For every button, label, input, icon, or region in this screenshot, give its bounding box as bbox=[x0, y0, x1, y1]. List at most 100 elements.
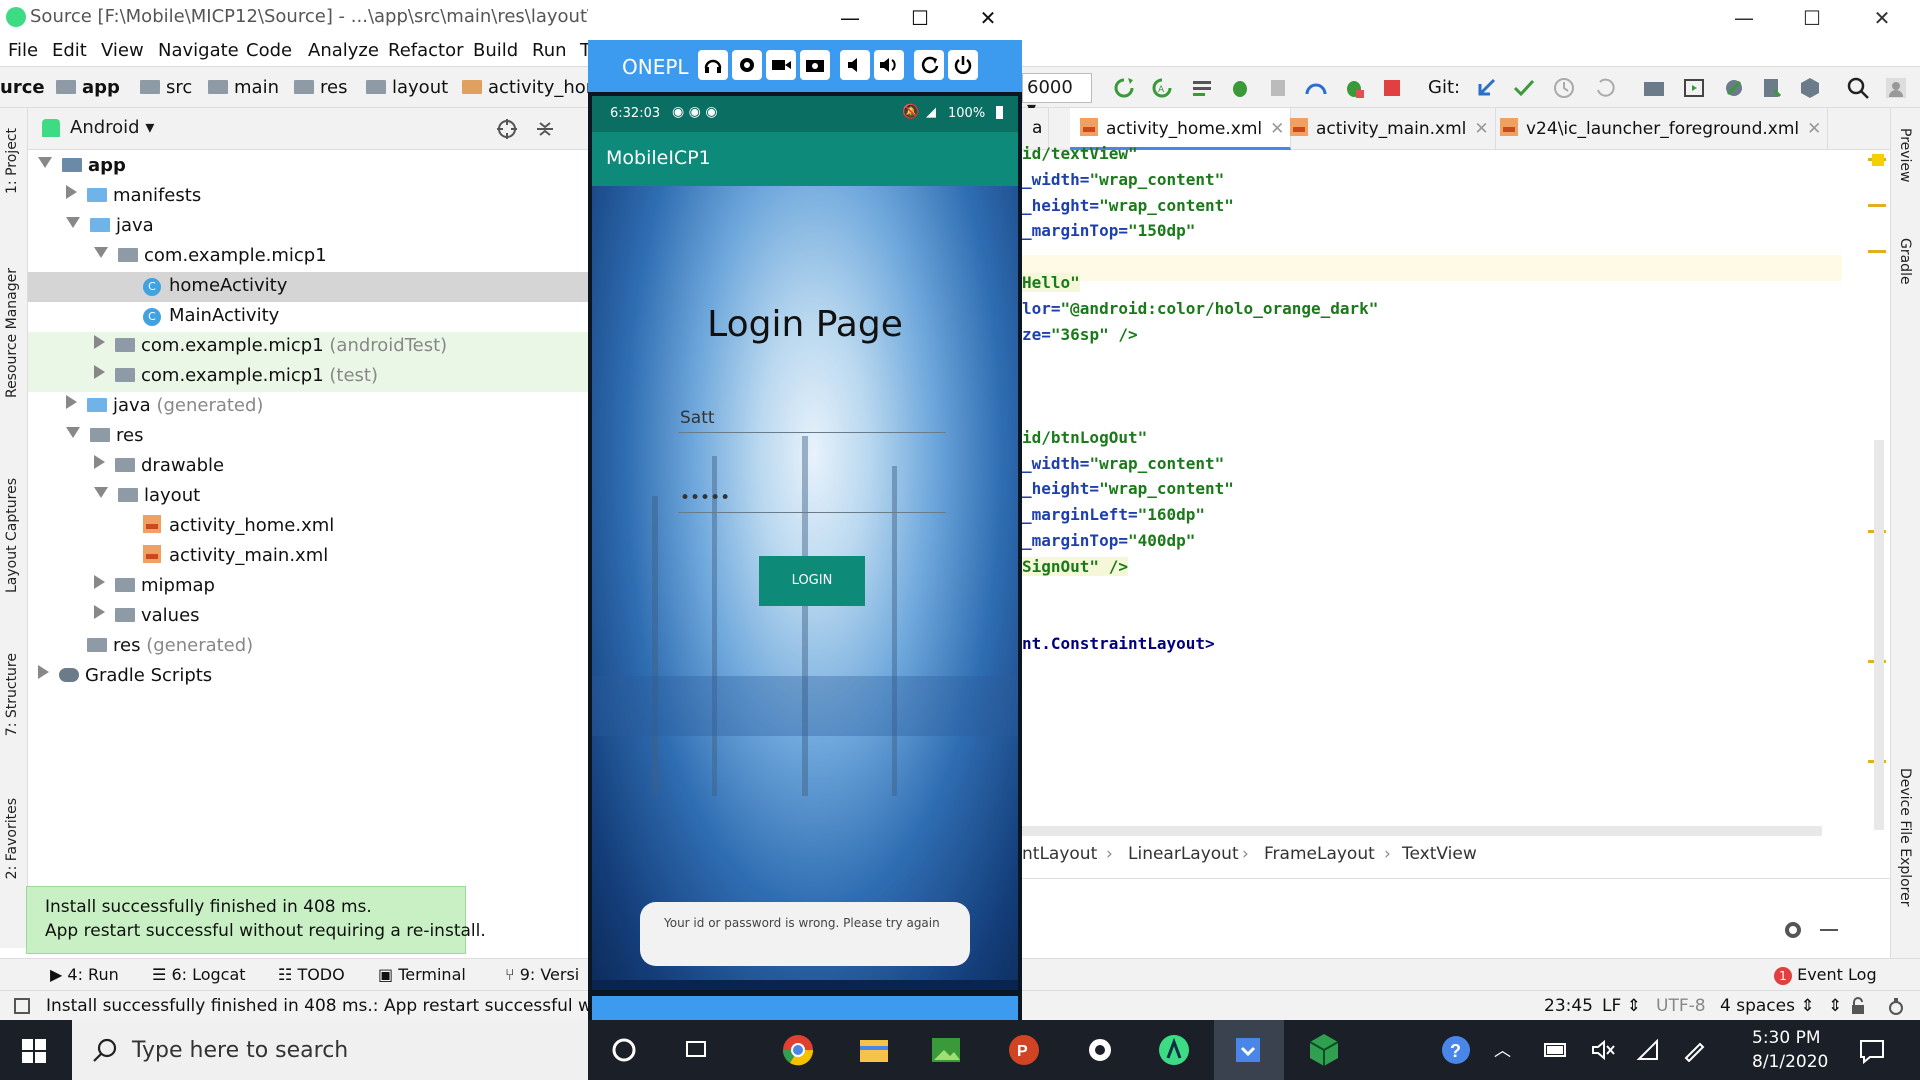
collapsed-arrow-icon[interactable] bbox=[94, 365, 105, 379]
breadcrumb-activity-home[interactable]: activity_hom bbox=[462, 77, 603, 98]
help-icon[interactable]: ? bbox=[1440, 1034, 1472, 1066]
collapsed-arrow-icon[interactable] bbox=[66, 185, 77, 199]
terminal-tab[interactable]: ▣ Terminal bbox=[378, 965, 466, 984]
settings-gear-icon[interactable] bbox=[1082, 1032, 1118, 1068]
collapsed-arrow-icon[interactable] bbox=[66, 395, 77, 409]
phone-navigation-bar[interactable] bbox=[592, 996, 1018, 1020]
menu-run[interactable]: Run bbox=[532, 40, 567, 61]
menu-edit[interactable]: Edit bbox=[52, 40, 87, 61]
settings-gear-icon[interactable] bbox=[1782, 919, 1804, 941]
tree-item-homeactivity[interactable]: ChomeActivity bbox=[28, 272, 588, 302]
user-avatar-icon[interactable] bbox=[1884, 76, 1908, 100]
device-file-explorer-tool-tab[interactable]: Device File Explorer bbox=[1897, 768, 1913, 907]
collapsed-arrow-icon[interactable] bbox=[94, 605, 105, 619]
expanded-arrow-icon[interactable] bbox=[66, 427, 80, 438]
password-field[interactable]: ••••• bbox=[678, 486, 946, 513]
chrome-icon[interactable] bbox=[780, 1032, 816, 1068]
tree-item-java[interactable]: java (generated) bbox=[28, 392, 588, 422]
collapsed-arrow-icon[interactable] bbox=[94, 455, 105, 469]
record-video-button[interactable] bbox=[766, 50, 796, 80]
close-button[interactable]: ✕ bbox=[1852, 2, 1912, 34]
tree-item-values[interactable]: values bbox=[28, 602, 588, 632]
taskbar-date[interactable]: 8/1/2020 bbox=[1752, 1052, 1828, 1072]
hide-panel-icon[interactable] bbox=[1820, 929, 1838, 931]
favorites-tool-tab[interactable]: 2: Favorites bbox=[4, 798, 20, 879]
menu-code[interactable]: Code bbox=[246, 40, 292, 61]
warning-marker[interactable] bbox=[1868, 250, 1886, 253]
project-tool-tab[interactable]: 1: Project bbox=[4, 128, 20, 194]
tree-item-mipmap[interactable]: mipmap bbox=[28, 572, 588, 602]
emulator-taskbar-icon[interactable] bbox=[1230, 1032, 1266, 1068]
history-icon[interactable] bbox=[1552, 76, 1576, 100]
file-explorer-icon[interactable] bbox=[856, 1032, 892, 1068]
logcat-tab[interactable]: ☰ 6: Logcat bbox=[152, 965, 246, 984]
gradle-tool-tab[interactable]: Gradle bbox=[1897, 238, 1913, 285]
todo-tab[interactable]: ☷ TODO bbox=[278, 965, 345, 984]
resource-manager-tool-tab[interactable]: Resource Manager bbox=[4, 268, 20, 398]
rollback-icon[interactable] bbox=[1592, 76, 1616, 100]
menu-refactor[interactable]: Refactor bbox=[388, 40, 464, 61]
warning-marker[interactable] bbox=[1868, 204, 1886, 207]
menu-file[interactable]: File bbox=[8, 40, 38, 61]
maximize-button[interactable]: ☐ bbox=[1782, 2, 1842, 34]
tree-item-mainactivity[interactable]: C MainActivity bbox=[28, 302, 588, 332]
xml-crumb-framelayout[interactable]: FrameLayout bbox=[1264, 844, 1375, 864]
xml-crumb-linearlayout[interactable]: LinearLayout bbox=[1128, 844, 1239, 864]
editor-scrollbar[interactable] bbox=[1874, 440, 1884, 830]
run-list-icon[interactable] bbox=[1190, 76, 1214, 100]
login-button[interactable]: LOGIN bbox=[759, 556, 865, 606]
notifications-icon[interactable] bbox=[1858, 1038, 1886, 1064]
breadcrumb-main[interactable]: main bbox=[208, 77, 279, 98]
expanded-arrow-icon[interactable] bbox=[38, 157, 52, 168]
breadcrumb-app[interactable]: app bbox=[56, 77, 120, 98]
tree-item-gradle-scripts[interactable]: Gradle Scripts bbox=[28, 662, 588, 692]
network-icon[interactable] bbox=[1636, 1038, 1662, 1062]
menu-navigate[interactable]: Navigate bbox=[158, 40, 239, 61]
expanded-arrow-icon[interactable] bbox=[66, 217, 80, 228]
profile-icon[interactable] bbox=[1304, 76, 1328, 100]
avd-manager-icon[interactable] bbox=[1682, 76, 1706, 100]
editor-tab[interactable]: activity_main.xml ✕ bbox=[1280, 108, 1496, 150]
project-view-select[interactable]: Android ▾ bbox=[70, 117, 154, 138]
tree-item-layout[interactable]: layout bbox=[28, 482, 588, 512]
inspection-icon[interactable] bbox=[1886, 996, 1906, 1016]
expanded-arrow-icon[interactable] bbox=[94, 247, 108, 258]
debug-icon[interactable] bbox=[1228, 76, 1252, 100]
volume-up-button[interactable] bbox=[874, 50, 904, 80]
version-control-tab[interactable]: ⑂ 9: Versi bbox=[505, 965, 579, 984]
apply-changes-icon[interactable] bbox=[1112, 76, 1136, 100]
editor-tab[interactable]: v24\ic_launcher_foreground.xml ✕ bbox=[1490, 108, 1829, 150]
tree-item-drawable[interactable]: drawable bbox=[28, 452, 588, 482]
code-editor[interactable]: id/textView" _width="wrap_content" _height… bbox=[1022, 144, 1842, 830]
settings-button[interactable] bbox=[732, 50, 762, 80]
breadcrumb-src[interactable]: src bbox=[140, 77, 192, 98]
username-field[interactable]: Satt bbox=[678, 406, 946, 433]
layout-captures-tool-tab[interactable]: Layout Captures bbox=[4, 478, 20, 593]
power-button[interactable] bbox=[948, 50, 978, 80]
attach-debugger-icon[interactable] bbox=[1342, 76, 1366, 100]
status-toggle-icon[interactable] bbox=[14, 998, 30, 1014]
sdk-manager-icon[interactable] bbox=[1760, 76, 1784, 100]
status-message[interactable]: Install successfully finished in 408 ms.… bbox=[46, 996, 635, 1016]
apply-code-changes-icon[interactable]: A bbox=[1150, 76, 1174, 100]
collapsed-arrow-icon[interactable] bbox=[38, 665, 49, 679]
headset-button[interactable] bbox=[698, 50, 728, 80]
caret-position[interactable]: 23:45 bbox=[1544, 996, 1593, 1016]
breadcrumb-res[interactable]: res bbox=[294, 77, 347, 98]
tree-item-com-example-micp1[interactable]: com.example.micp1 (androidTest) bbox=[28, 332, 588, 362]
collapsed-arrow-icon[interactable] bbox=[94, 575, 105, 589]
emulator-close-button[interactable]: ✕ bbox=[958, 2, 1018, 34]
xml-crumb-constraintlayout[interactable]: ntLayout bbox=[1022, 844, 1097, 864]
menu-build[interactable]: Build bbox=[473, 40, 518, 61]
search-icon[interactable] bbox=[1846, 76, 1870, 100]
git-commit-icon[interactable] bbox=[1512, 76, 1536, 100]
photo-app-icon[interactable] bbox=[928, 1032, 964, 1068]
lock-icon[interactable] bbox=[1850, 997, 1866, 1015]
powerpoint-icon[interactable]: P bbox=[1006, 1032, 1042, 1068]
cube-app-icon[interactable] bbox=[1306, 1032, 1342, 1068]
event-log-tab[interactable]: 1 Event Log bbox=[1774, 965, 1877, 985]
tree-item-activity-home-xml[interactable]: activity_home.xml bbox=[28, 512, 588, 542]
windows-start-icon[interactable] bbox=[22, 1039, 46, 1063]
android-studio-taskbar-icon[interactable] bbox=[1156, 1032, 1192, 1068]
file-encoding[interactable]: UTF-8 bbox=[1656, 996, 1706, 1016]
